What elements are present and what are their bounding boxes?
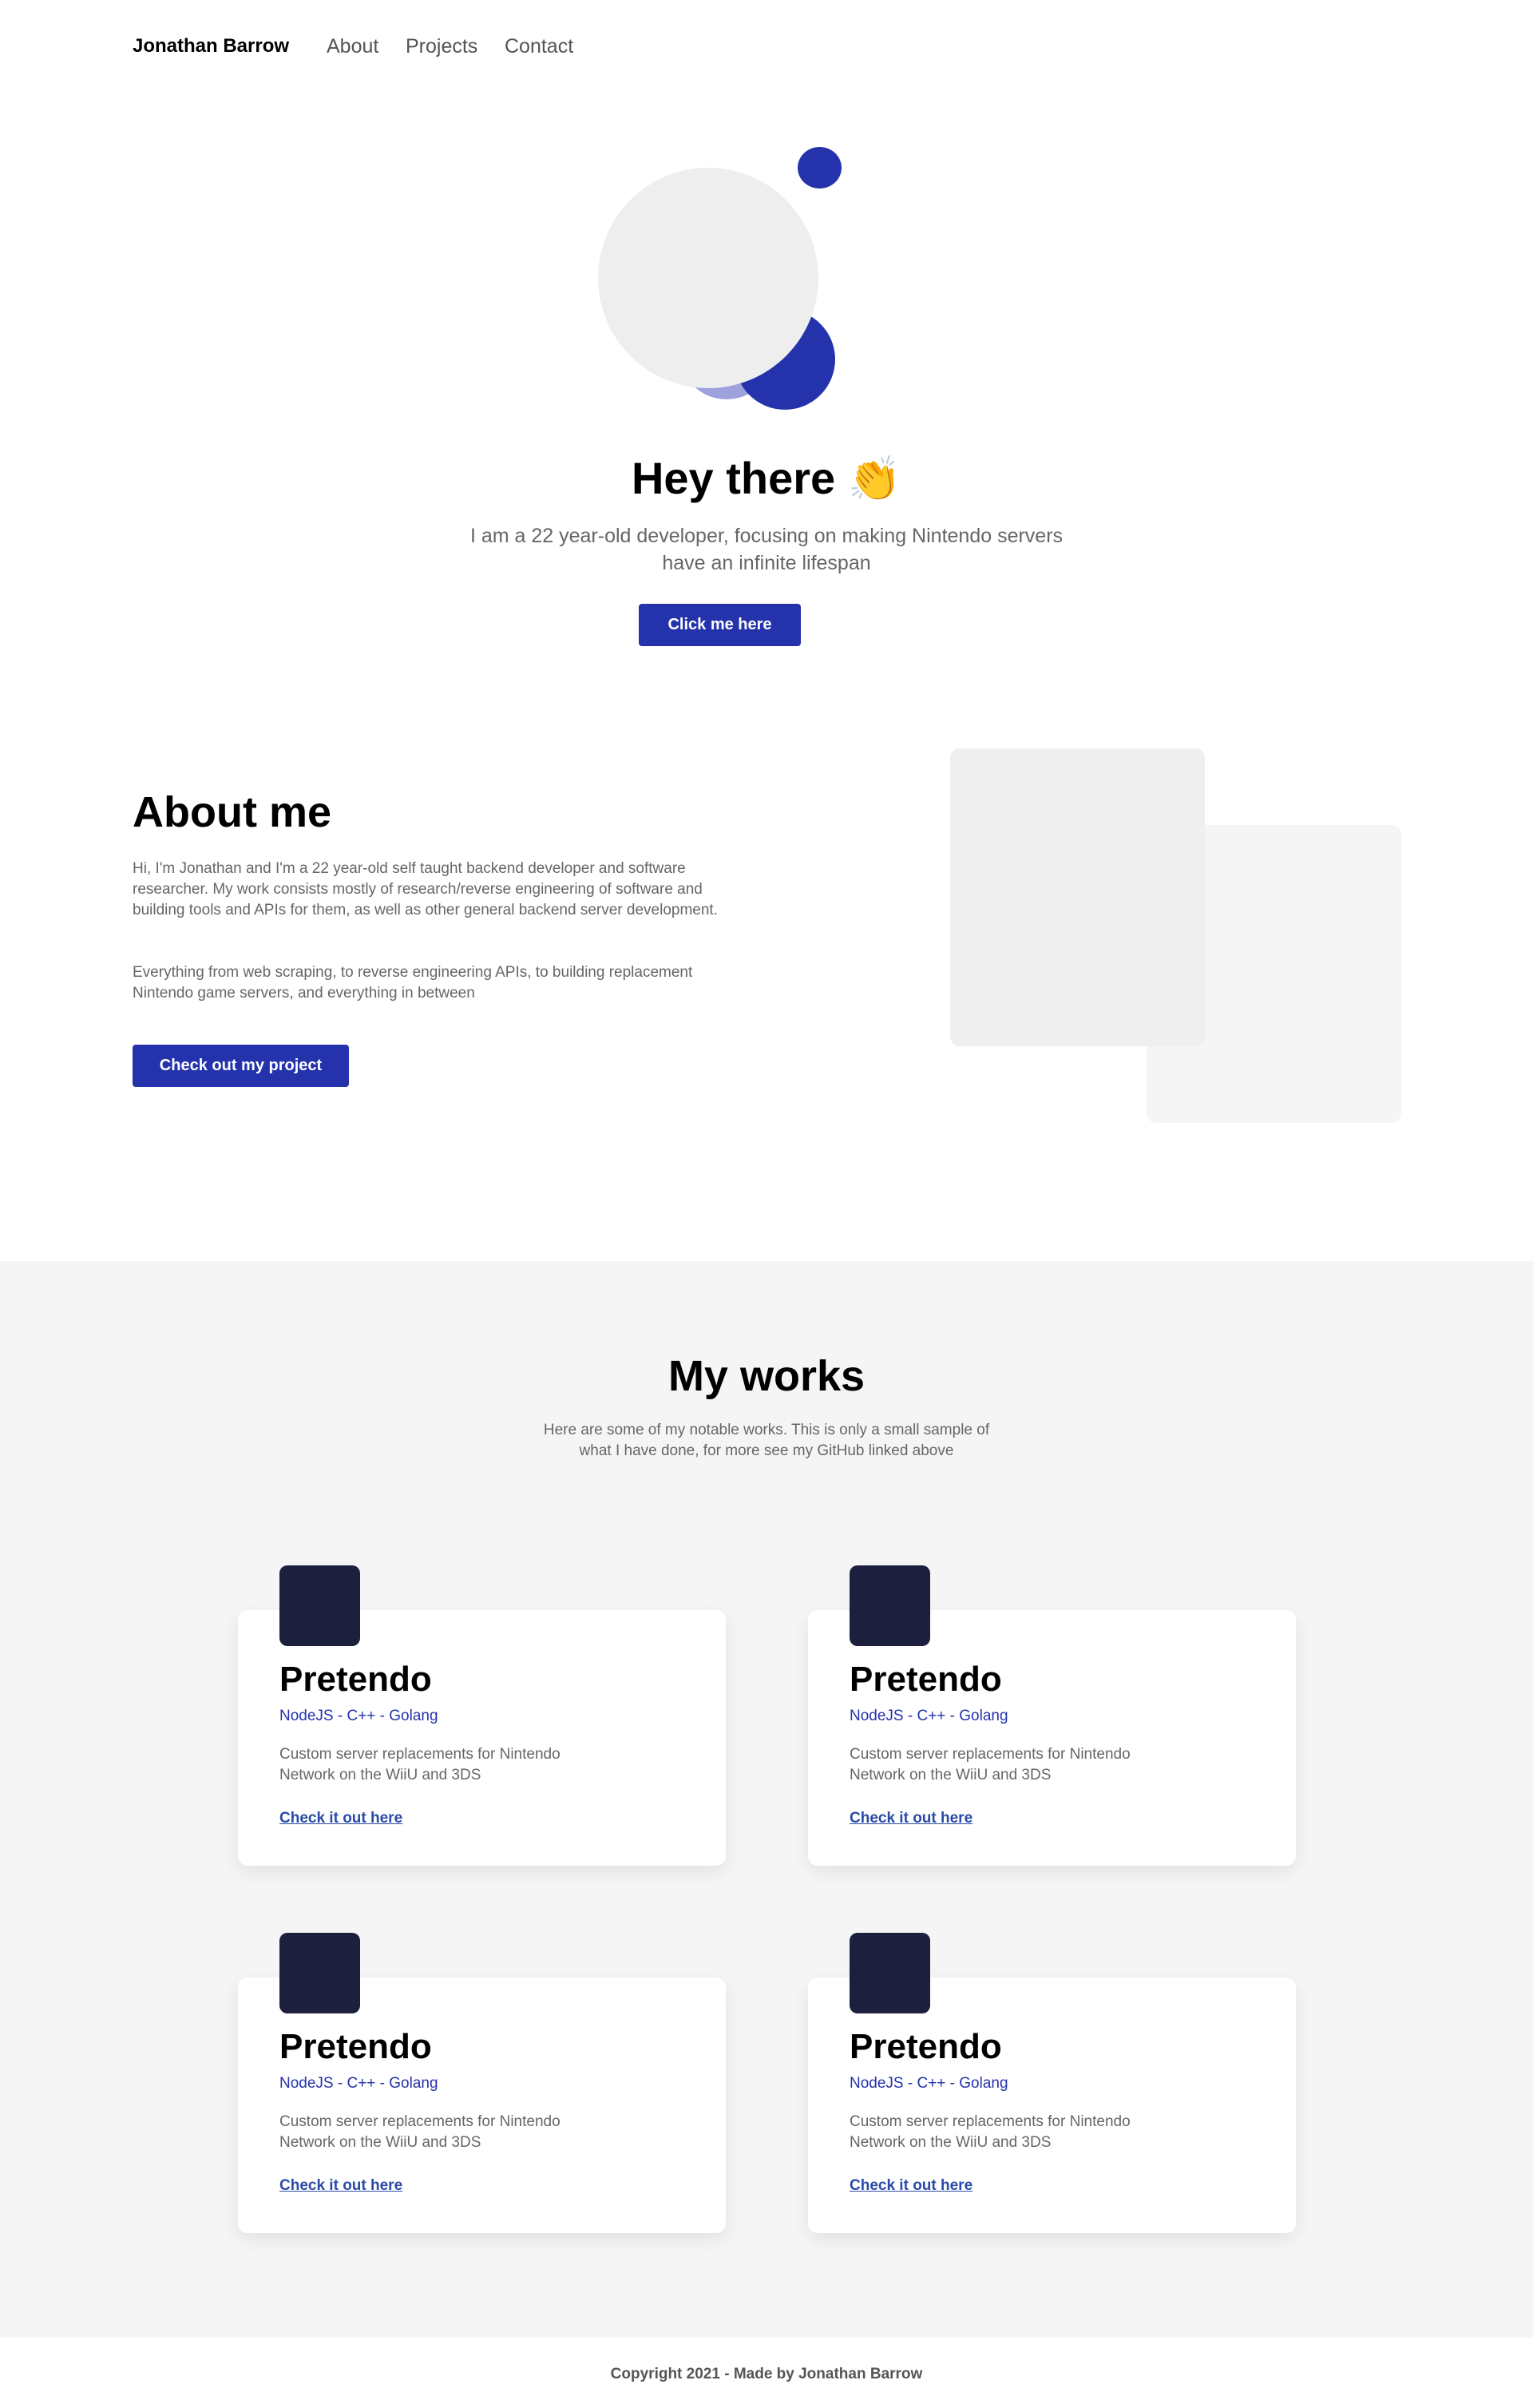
hero-title: Hey there 👏 <box>0 452 1533 505</box>
project-link[interactable]: Check it out here <box>850 2177 972 2195</box>
project-icon <box>279 1565 360 1646</box>
about-paragraph-2: Everything from web scraping, to reverse… <box>133 964 693 1002</box>
project-title: Pretendo <box>279 1660 432 1699</box>
check-project-button[interactable]: Check out my project <box>133 1045 349 1087</box>
footer: Copyright 2021 - Made by Jonathan Barrow <box>0 2338 1533 2408</box>
project-title: Pretendo <box>279 2027 432 2066</box>
project-card: Pretendo NodeJS - C++ - Golang Custom se… <box>808 1978 1296 2233</box>
project-link[interactable]: Check it out here <box>850 1810 972 1827</box>
project-tags: NodeJS - C++ - Golang <box>850 2075 1008 2092</box>
project-description: Custom server replacements for Nintendo … <box>850 2113 1131 2151</box>
about-paragraph-1: Hi, I'm Jonathan and I'm a 22 year-old s… <box>133 860 718 918</box>
hero-cta-button[interactable]: Click me here <box>639 604 801 646</box>
project-icon <box>279 1933 360 2013</box>
project-icon <box>850 1565 930 1646</box>
project-link[interactable]: Check it out here <box>279 2177 402 2195</box>
project-link[interactable]: Check it out here <box>279 1810 402 1827</box>
hero-subtitle: I am a 22 year-old developer, focusing o… <box>469 525 1064 574</box>
project-description: Custom server replacements for Nintendo … <box>850 1746 1131 1783</box>
clapping-hands-icon: 👏 <box>847 455 902 503</box>
project-tags: NodeJS - C++ - Golang <box>850 1708 1008 1724</box>
project-description: Custom server replacements for Nintendo … <box>279 2113 561 2151</box>
hero-title-text: Hey there <box>631 453 836 503</box>
project-tags: NodeJS - C++ - Golang <box>279 2075 438 2092</box>
project-card: Pretendo NodeJS - C++ - Golang Custom se… <box>808 1610 1296 1866</box>
project-title: Pretendo <box>850 1660 1002 1699</box>
project-title: Pretendo <box>850 2027 1002 2066</box>
works-title: My works <box>667 1352 866 1400</box>
about-title: About me <box>133 788 331 836</box>
project-icon <box>850 1933 930 2013</box>
works-subtitle: Here are some of my notable works. This … <box>543 1422 990 1459</box>
hero-avatar-placeholder <box>598 168 818 388</box>
hero-small-blue-circle <box>798 147 842 188</box>
project-description: Custom server replacements for Nintendo … <box>279 1746 561 1783</box>
hero-illustration <box>0 0 1533 447</box>
footer-copyright: Copyright 2021 - Made by Jonathan Barrow <box>610 2366 923 2382</box>
about-image-placeholder-front <box>950 748 1205 1046</box>
works-section: My works Here are some of my notable wor… <box>0 1261 1533 2338</box>
project-card: Pretendo NodeJS - C++ - Golang Custom se… <box>238 1610 726 1866</box>
project-card: Pretendo NodeJS - C++ - Golang Custom se… <box>238 1978 726 2233</box>
project-tags: NodeJS - C++ - Golang <box>279 1708 438 1724</box>
